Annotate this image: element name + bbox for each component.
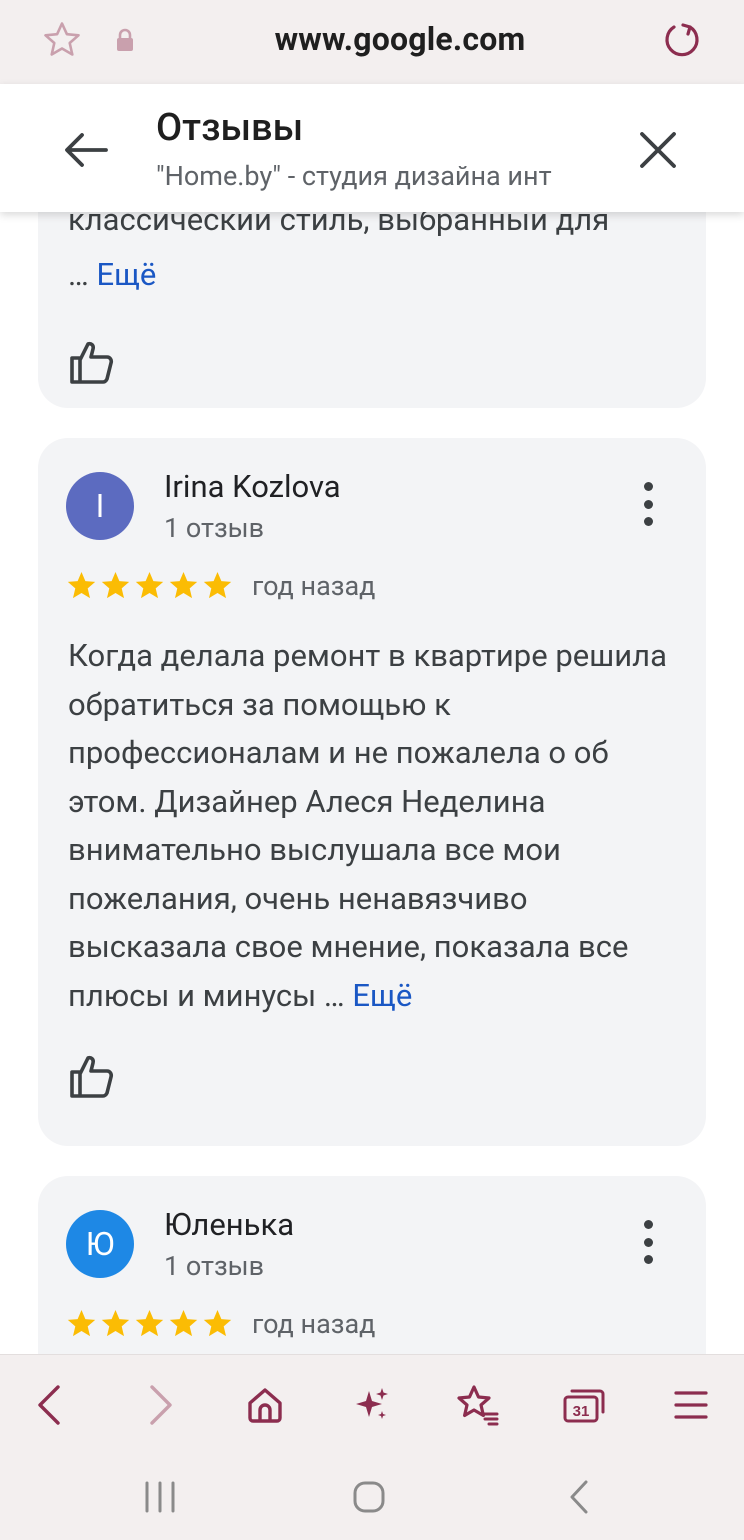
avatar-letter: I — [95, 487, 105, 525]
forward-button[interactable] — [134, 1379, 186, 1431]
tabs-icon: 31 — [563, 1389, 605, 1423]
star-icon — [203, 571, 232, 599]
avatar[interactable]: Ю — [66, 1210, 134, 1278]
review-body: Когда делала ремонт в квартире решила об… — [68, 637, 667, 1014]
home-icon — [248, 1388, 282, 1423]
star-icon — [135, 571, 164, 599]
ai-sparkle-button[interactable] — [345, 1379, 397, 1431]
bookmarks-list-icon — [457, 1385, 499, 1426]
avatar-letter: Ю — [85, 1225, 115, 1263]
panel-title: Отзывы — [156, 106, 304, 150]
review-date: год назад — [252, 570, 376, 602]
panel-subtitle: "Home.by" - студия дизайна инт — [156, 160, 552, 192]
more-link[interactable]: Ещё — [352, 977, 412, 1014]
tabs-button[interactable]: 31 — [558, 1379, 610, 1431]
star-icon — [169, 1309, 198, 1337]
review-more-line: … Ещё — [68, 256, 156, 293]
star-icon — [169, 571, 198, 599]
chevron-left-icon — [38, 1385, 60, 1425]
close-icon[interactable] — [636, 128, 680, 172]
star-icon — [67, 571, 96, 599]
review-date: год назад — [252, 1308, 376, 1340]
reviews-panel-header: Отзывы "Home.by" - студия дизайна инт — [0, 84, 744, 212]
chevron-right-icon — [150, 1385, 172, 1425]
thumbs-up-icon[interactable] — [68, 338, 116, 386]
browser-url-bar: www.google.com — [0, 0, 744, 84]
star-icon — [135, 1309, 164, 1337]
sparkle-icon — [356, 1388, 388, 1419]
more-options-icon[interactable] — [634, 482, 662, 526]
thumbs-up-icon[interactable] — [68, 1052, 116, 1100]
reload-icon[interactable] — [660, 18, 704, 62]
star-icon — [101, 571, 130, 599]
star-rating — [66, 570, 233, 601]
system-nav-bar — [0, 1454, 744, 1540]
bookmarks-button[interactable] — [451, 1379, 503, 1431]
avatar[interactable]: I — [66, 472, 134, 540]
home-button[interactable] — [239, 1379, 291, 1431]
reviewer-name[interactable]: Irina Kozlova — [164, 468, 341, 505]
ellipsis: … — [68, 256, 89, 293]
star-icon — [203, 1309, 232, 1337]
svg-text:31: 31 — [573, 1403, 590, 1420]
review-card: Ю Юленька 1 отзыв год назад — [38, 1176, 706, 1354]
star-icon — [67, 1309, 96, 1337]
back-button[interactable] — [24, 1379, 76, 1431]
back-nav-icon[interactable] — [554, 1472, 604, 1522]
reviewer-name[interactable]: Юленька — [164, 1206, 294, 1243]
home-nav-icon[interactable] — [344, 1472, 394, 1522]
review-count: 1 отзыв — [164, 512, 265, 544]
review-count: 1 отзыв — [164, 1250, 265, 1282]
ellipsis: … — [323, 976, 345, 1014]
back-arrow-icon[interactable] — [62, 128, 110, 172]
review-text: Когда делала ремонт в квартире решила об… — [68, 632, 682, 1020]
menu-button[interactable] — [665, 1379, 717, 1431]
hamburger-menu-icon — [674, 1391, 708, 1419]
star-icon — [101, 1309, 130, 1337]
recent-apps-icon[interactable] — [135, 1472, 185, 1522]
url-text[interactable]: www.google.com — [0, 20, 744, 58]
star-rating — [66, 1308, 233, 1339]
browser-toolbar: 31 — [0, 1354, 744, 1454]
more-options-icon[interactable] — [634, 1220, 662, 1264]
reviews-list[interactable]: классический стиль, выбранный для … Ещё … — [0, 84, 744, 1354]
review-card: I Irina Kozlova 1 отзыв год назад Когда … — [38, 438, 706, 1146]
more-link[interactable]: Ещё — [96, 256, 156, 293]
